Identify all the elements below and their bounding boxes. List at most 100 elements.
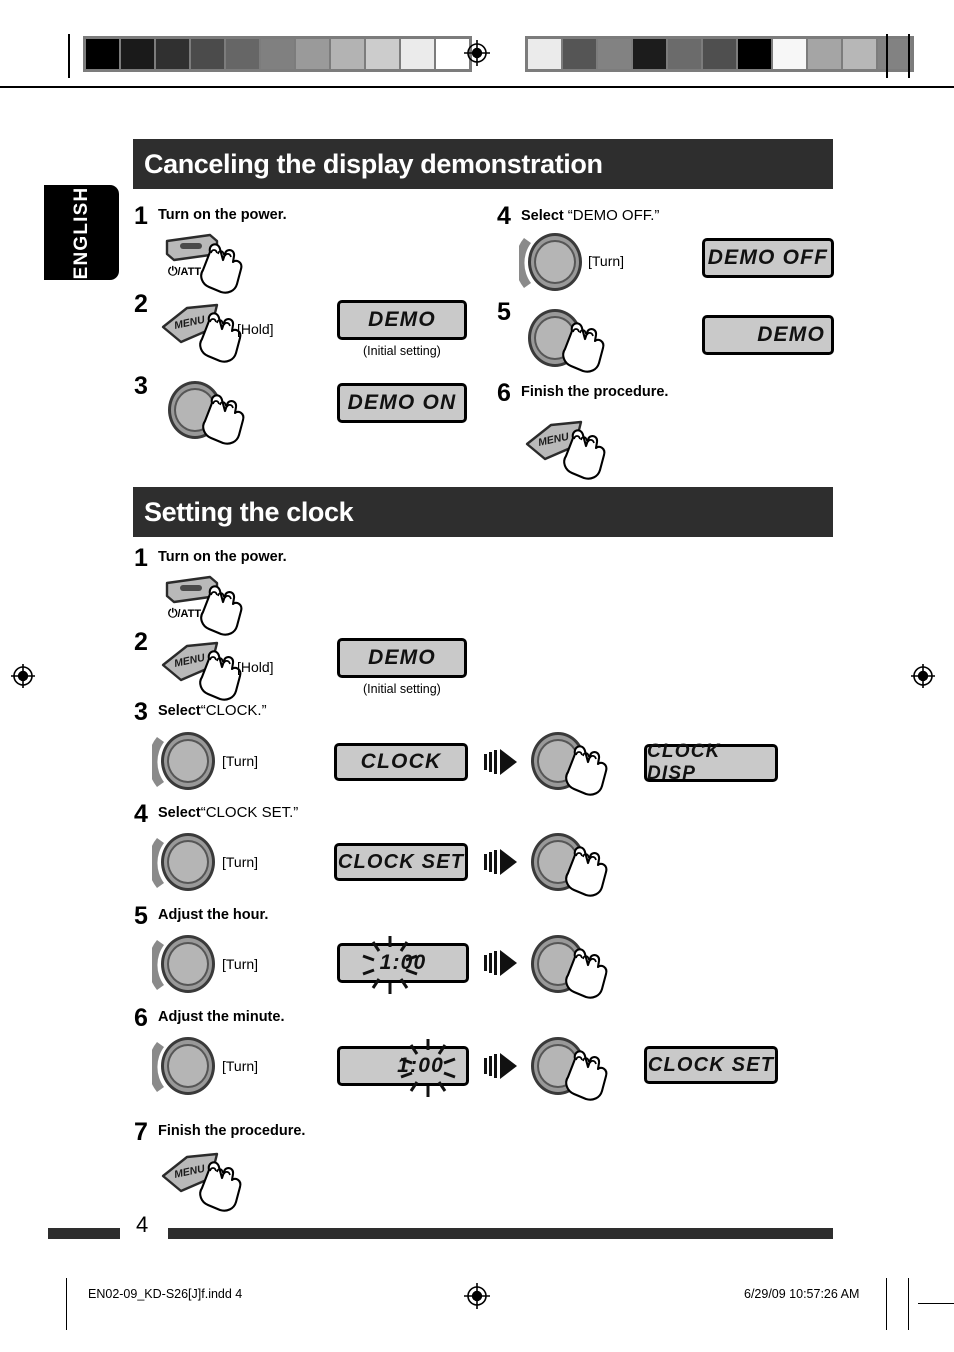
calibration-swatch [528, 39, 563, 69]
lcd-note-initial-setting: (Initial setting) [363, 344, 441, 358]
crop-tick-right-b [908, 34, 910, 78]
step-number: 4 [134, 800, 148, 828]
knob-inner [167, 840, 209, 884]
registration-mark-top [464, 40, 490, 66]
step-number: 7 [134, 1118, 148, 1146]
hand-pointer-icon [200, 585, 243, 636]
section-title-clock: Setting the clock [144, 496, 354, 527]
step-caption-quote: “DEMO OFF.” [567, 207, 660, 224]
step-caption: Turn on the power. [158, 549, 287, 565]
calibration-swatch [878, 39, 911, 69]
lcd-text: CLOCK SET [647, 1053, 775, 1076]
step-number: 4 [497, 202, 511, 230]
calibration-swatch [668, 39, 703, 69]
step-caption: Finish the procedure. [158, 1123, 306, 1139]
lcd-display: DEMO [337, 638, 467, 678]
calibration-swatch [773, 39, 808, 69]
action-tag-turn: [Turn] [588, 253, 625, 269]
calibration-swatch [703, 39, 738, 69]
lcd-text: CLOCK SET [337, 850, 465, 873]
step-number: 2 [134, 290, 148, 318]
crop-tick-right-a [886, 34, 888, 78]
flow-arrow-icon [484, 1053, 517, 1079]
calibration-swatch [633, 39, 668, 69]
lcd-display: DEMO [702, 315, 834, 355]
step-caption-quote: “CLOCK SET.” [200, 804, 299, 821]
step-number: 2 [134, 628, 148, 656]
page-bar-left [48, 1228, 120, 1239]
hand-pointer-icon [562, 322, 605, 373]
hand-pointer-icon [565, 846, 608, 897]
calibration-bar-right [525, 36, 914, 72]
hand-pointer-icon [200, 243, 243, 294]
flow-arrow-icon [484, 749, 517, 775]
lcd-display: DEMO [337, 300, 467, 340]
calibration-swatch [296, 39, 331, 69]
registration-mark-bottom [464, 1283, 490, 1309]
calibration-swatch [598, 39, 633, 69]
step-caption-quote: “CLOCK.” [200, 702, 267, 719]
step-caption-verb: Select [521, 208, 568, 224]
section-header-demo: Canceling the display demonstration [133, 139, 833, 189]
lcd-text: DEMO [368, 646, 436, 669]
registration-mark-right [911, 664, 935, 688]
flow-arrow-icon [484, 849, 517, 875]
lcd-text: 1:00 [379, 951, 427, 974]
manual-page: ENGLISH Canceling the display demonstrat… [0, 0, 954, 1352]
calibration-swatch [191, 39, 226, 69]
crop-mark-right-b [908, 1278, 909, 1330]
crop-mark-left [66, 1278, 67, 1330]
step-number: 1 [134, 544, 148, 572]
lcd-display: CLOCK DISP [644, 741, 778, 784]
step-number: 5 [134, 902, 148, 930]
control-knob-turn[interactable] [152, 933, 219, 995]
lcd-text: CLOCK [360, 750, 442, 773]
action-tag-turn: [Turn] [222, 854, 259, 870]
lcd-display: DEMO OFF [702, 238, 834, 278]
step-caption: Select “DEMO OFF.” [521, 207, 660, 225]
control-knob-turn[interactable] [152, 1035, 219, 1097]
action-tag-turn: [Turn] [222, 753, 259, 769]
knob-inner [534, 240, 576, 284]
calibration-swatch [366, 39, 401, 69]
footer-filename: EN02-09_KD-S26[J]f.indd 4 [88, 1287, 243, 1301]
calibration-swatch [563, 39, 598, 69]
lcd-text: DEMO OFF [707, 246, 829, 269]
calibration-bar-left [83, 36, 472, 72]
calibration-swatch [401, 39, 436, 69]
step-number: 6 [134, 1004, 148, 1032]
lcd-text: DEMO [368, 308, 436, 331]
step-caption: Select“CLOCK SET.” [158, 804, 299, 822]
lcd-display: CLOCK [334, 743, 468, 781]
language-tab-label: ENGLISH [70, 186, 92, 279]
action-tag-turn: [Turn] [222, 1058, 259, 1074]
registration-mark-left [11, 664, 35, 688]
calibration-swatch [738, 39, 773, 69]
hand-pointer-icon [563, 429, 606, 480]
crop-tick-left [68, 34, 70, 78]
hand-pointer-icon [565, 745, 608, 796]
control-knob-turn[interactable] [152, 730, 219, 792]
section-header-clock: Setting the clock [133, 487, 833, 537]
step-caption: Adjust the hour. [158, 907, 269, 923]
section-title-demo: Canceling the display demonstration [144, 148, 603, 179]
step-number: 5 [497, 298, 511, 326]
calibration-swatch [121, 39, 156, 69]
knob-inner [167, 942, 209, 986]
lcd-text: 1:00 [397, 1054, 444, 1077]
step-number: 1 [134, 202, 148, 230]
page-number: 4 [136, 1212, 149, 1237]
lcd-text: DEMO ON [347, 391, 457, 414]
calibration-swatch [226, 39, 261, 69]
page-bar-right [168, 1228, 833, 1239]
calibration-swatch [261, 39, 296, 69]
action-tag-hold: [Hold] [237, 659, 274, 675]
step-caption-verb: Select [158, 805, 201, 821]
calibration-swatch [156, 39, 191, 69]
lcd-display: CLOCK SET [644, 1046, 778, 1084]
control-knob-turn[interactable] [152, 831, 219, 893]
flow-arrow-icon [484, 950, 517, 976]
control-knob-turn[interactable] [519, 231, 586, 293]
hand-pointer-icon [565, 948, 608, 999]
crop-mark-right-a [886, 1278, 887, 1330]
